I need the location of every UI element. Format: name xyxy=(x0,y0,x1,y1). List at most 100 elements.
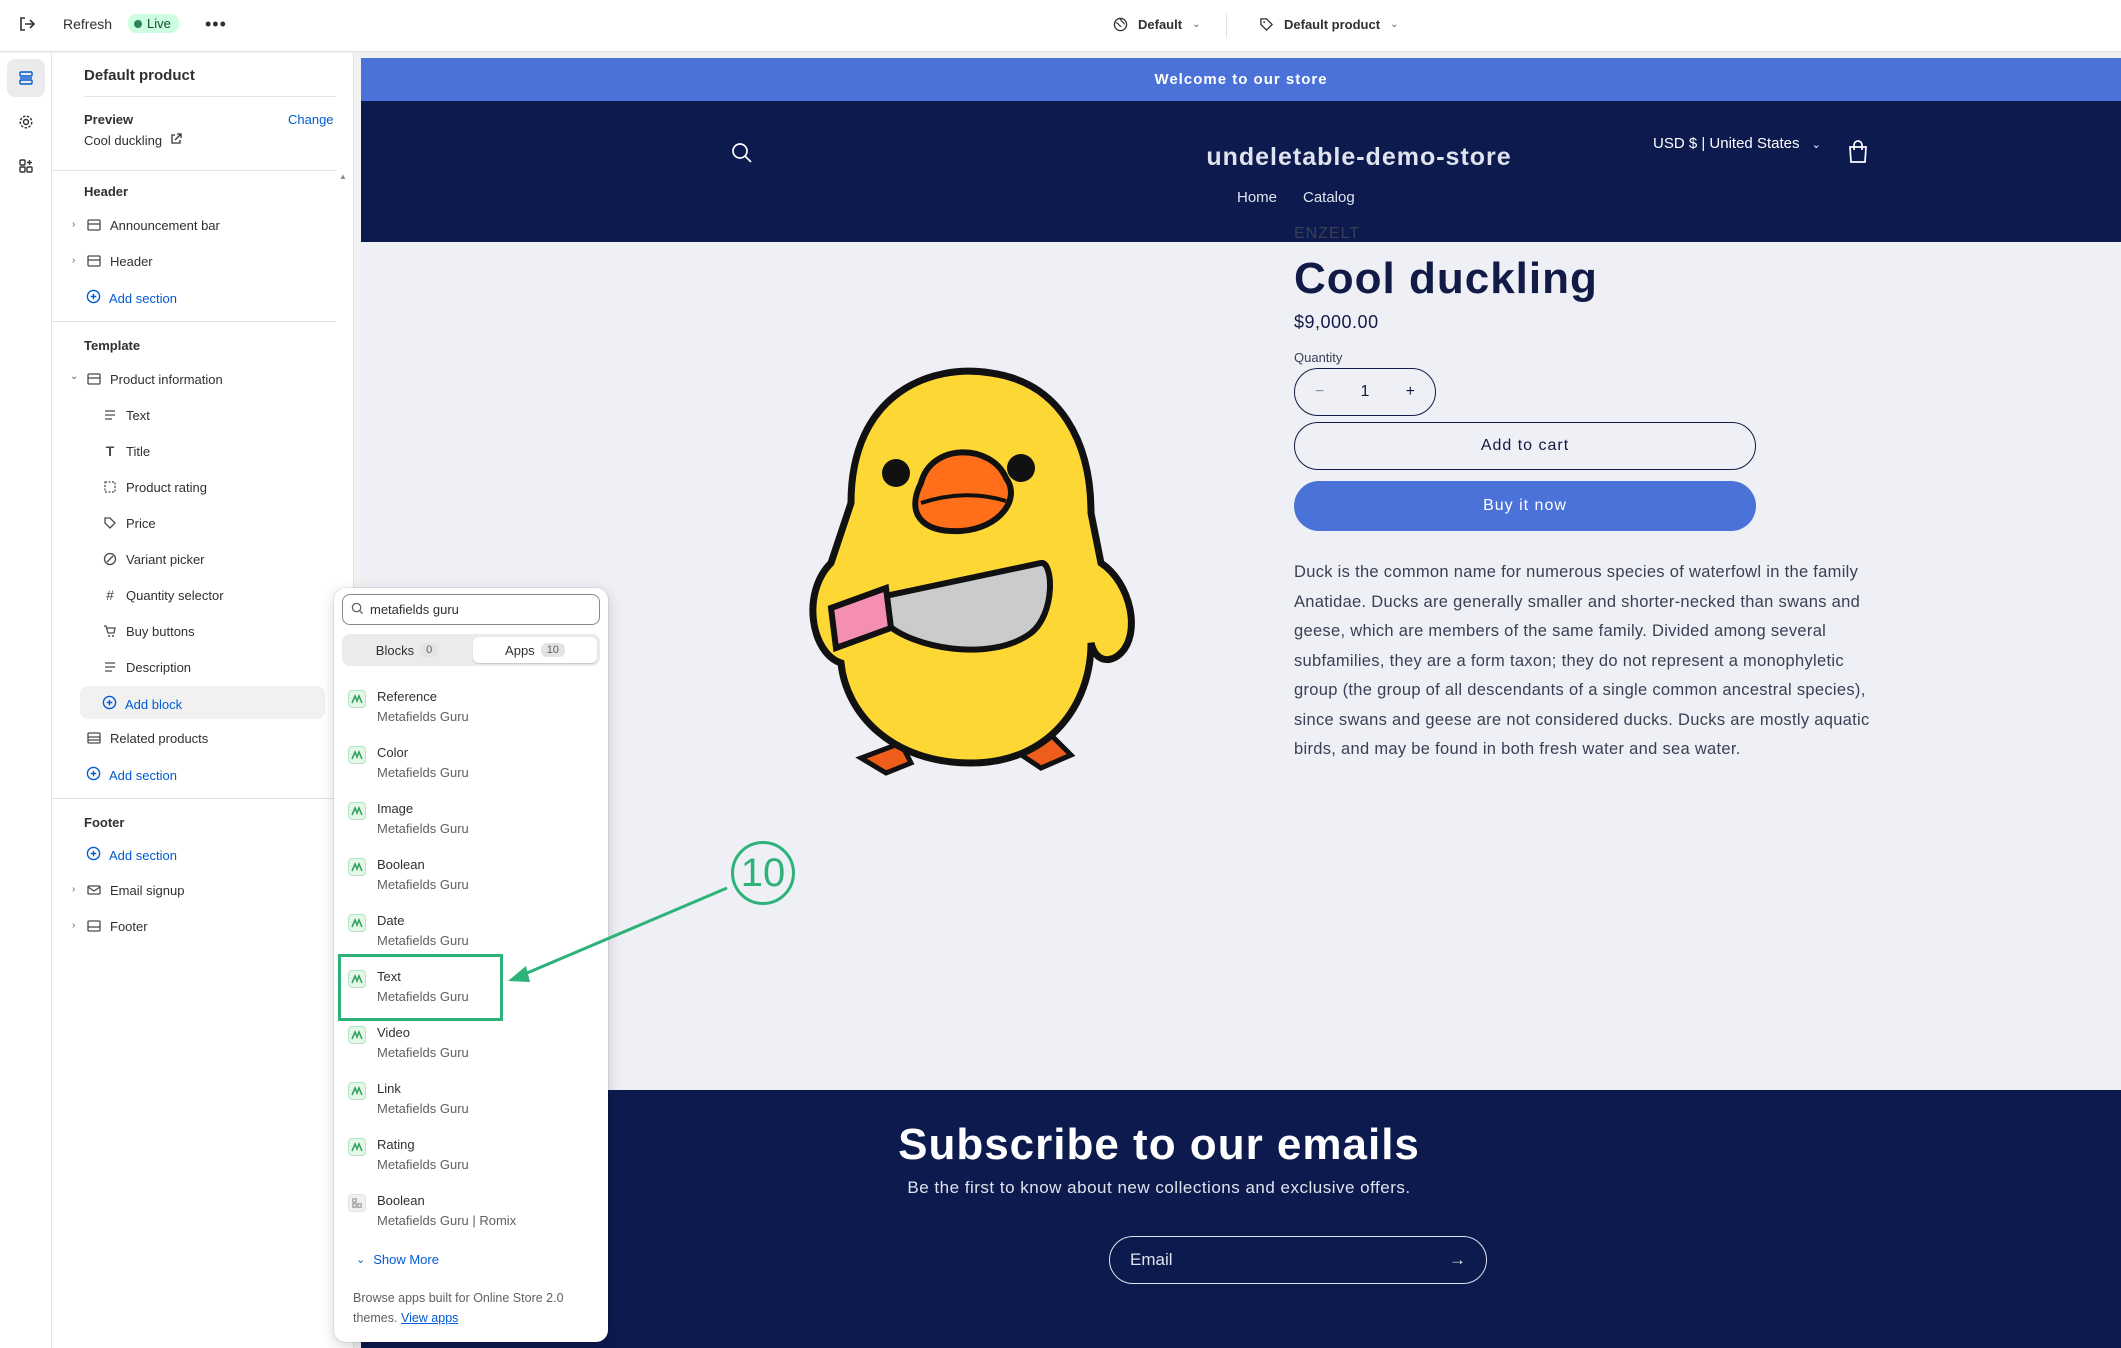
app-block-link[interactable]: Link Metafields Guru xyxy=(334,1076,608,1132)
email-input[interactable]: Email → xyxy=(1109,1236,1487,1284)
preview-product[interactable]: Cool duckling xyxy=(84,133,182,148)
view-apps-link[interactable]: View apps xyxy=(401,1311,458,1325)
sidebar-title: Default product xyxy=(84,67,195,84)
store-preview: Welcome to our store undeletable-demo-st… xyxy=(361,58,2121,1348)
sidebar-item-related-products[interactable]: Related products xyxy=(86,730,208,746)
variant-icon xyxy=(102,551,118,567)
sidebar-item-footer[interactable]: Footer xyxy=(86,918,148,934)
chevron-right-icon[interactable]: › xyxy=(72,255,75,266)
newsletter-text: Be the first to know about new collectio… xyxy=(907,1178,1411,1197)
chevron-down-icon: ⌄ xyxy=(1390,18,1399,30)
block-product-rating[interactable]: Product rating xyxy=(102,479,207,495)
tag-icon xyxy=(1258,16,1274,32)
newsletter-title: Subscribe to our emails xyxy=(898,1120,1420,1169)
section-icon xyxy=(86,253,102,269)
add-section-footer[interactable]: Add section xyxy=(86,846,177,864)
sidebar-item-label: Footer xyxy=(110,918,148,934)
nav-home[interactable]: Home xyxy=(1237,189,1277,206)
dashed-square-icon xyxy=(102,479,118,495)
tab-blocks[interactable]: Blocks 0 xyxy=(345,637,469,663)
divider xyxy=(1226,14,1227,38)
metafields-guru-icon xyxy=(348,1082,366,1100)
currency-selector[interactable]: USD $ | United States ⌄ xyxy=(1653,135,1821,152)
chevron-right-icon[interactable]: › xyxy=(72,884,75,895)
app-block-name: Date xyxy=(377,913,405,928)
block-buy-buttons[interactable]: Buy buttons xyxy=(102,623,195,639)
refresh-button[interactable]: Refresh xyxy=(63,16,112,32)
app-block-boolean[interactable]: Boolean Metafields Guru xyxy=(334,852,608,908)
chevron-down-icon[interactable]: ⌄ xyxy=(70,371,78,382)
metafields-guru-icon xyxy=(348,858,366,876)
cart-icon[interactable] xyxy=(1847,140,1869,169)
quantity-stepper: − 1 + xyxy=(1294,368,1436,416)
sidebar-item-label: Product information xyxy=(110,371,223,387)
add-section-label: Add section xyxy=(109,767,177,783)
add-section-template[interactable]: Add section xyxy=(86,766,177,784)
sidebar-item-announcement-bar[interactable]: Announcement bar xyxy=(86,217,220,233)
newsletter-section: Subscribe to our emails Be the first to … xyxy=(361,1090,2121,1348)
chevron-right-icon[interactable]: › xyxy=(72,219,75,230)
chevron-down-icon: ⌄ xyxy=(356,1254,366,1266)
gear-icon[interactable] xyxy=(7,103,45,141)
theme-selector[interactable]: Default ⌄ xyxy=(1112,16,1200,32)
plus-icon[interactable]: + xyxy=(1406,383,1415,401)
show-more-button[interactable]: ⌄ Show More xyxy=(356,1252,439,1267)
block-title[interactable]: T Title xyxy=(102,443,150,459)
search-value: metafields guru xyxy=(370,602,459,617)
app-block-video[interactable]: Video Metafields Guru xyxy=(334,1020,608,1076)
picker-tabs: Blocks 0 Apps 10 xyxy=(342,634,600,666)
chevron-right-icon[interactable]: › xyxy=(72,920,75,931)
product-price: $9,000.00 xyxy=(1294,312,1379,332)
app-block-image[interactable]: Image Metafields Guru xyxy=(334,796,608,852)
price-tag-icon xyxy=(102,515,118,531)
nav-catalog[interactable]: Catalog xyxy=(1303,189,1355,206)
template-selector[interactable]: Default product ⌄ xyxy=(1258,16,1398,32)
app-block-boolean-romix[interactable]: Boolean Metafields Guru | Romix xyxy=(334,1188,608,1244)
editor-topbar: Refresh Live ••• Default ⌄ Default produ… xyxy=(0,0,2121,52)
text-lines-icon xyxy=(102,407,118,423)
picker-search-input[interactable]: metafields guru xyxy=(342,594,600,625)
add-to-cart-button[interactable]: Add to cart xyxy=(1294,422,1756,470)
block-description[interactable]: Description xyxy=(102,659,191,675)
app-block-rating[interactable]: Rating Metafields Guru xyxy=(334,1132,608,1188)
buy-now-button[interactable]: Buy it now xyxy=(1294,481,1756,531)
sidebar-item-product-information[interactable]: Product information xyxy=(86,371,223,387)
sidebar-item-header[interactable]: Header xyxy=(86,253,153,269)
block-price[interactable]: Price xyxy=(102,515,156,531)
add-section-header[interactable]: Add section xyxy=(86,289,177,307)
announcement-bar: Welcome to our store xyxy=(361,58,2121,101)
tab-count: 10 xyxy=(540,643,565,657)
product-image[interactable] xyxy=(791,363,1151,803)
section-icon xyxy=(86,217,102,233)
preview-product-label: Cool duckling xyxy=(84,133,163,148)
sections-icon[interactable] xyxy=(7,59,45,97)
external-link-icon xyxy=(170,133,182,148)
template-label: Default product xyxy=(1284,16,1381,32)
block-variant-picker[interactable]: Variant picker xyxy=(102,551,205,567)
scroll-up-icon[interactable]: ▲ xyxy=(339,172,347,181)
app-block-vendor: Metafields Guru | Romix xyxy=(377,1213,517,1228)
arrow-right-icon[interactable]: → xyxy=(1449,1250,1466,1270)
app-block-name: Image xyxy=(377,801,414,816)
store-name[interactable]: undeletable-demo-store xyxy=(571,143,2121,172)
app-block-reference[interactable]: Reference Metafields Guru xyxy=(334,684,608,740)
app-block-color[interactable]: Color Metafields Guru xyxy=(334,740,608,796)
block-quantity-selector[interactable]: # Quantity selector xyxy=(102,587,224,603)
app-block-vendor: Metafields Guru xyxy=(377,1045,469,1060)
apps-icon[interactable] xyxy=(7,147,45,185)
minus-icon[interactable]: − xyxy=(1315,383,1324,401)
metafields-guru-icon xyxy=(348,746,366,764)
metafields-guru-icon xyxy=(348,802,366,820)
exit-icon[interactable] xyxy=(18,15,36,33)
tab-apps[interactable]: Apps 10 xyxy=(473,637,597,663)
block-text[interactable]: Text xyxy=(102,407,150,423)
sidebar-item-email-signup[interactable]: Email signup xyxy=(86,882,184,898)
add-block-button[interactable]: Add block xyxy=(102,695,182,713)
quantity-value[interactable]: 1 xyxy=(1361,383,1370,401)
change-preview-link[interactable]: Change xyxy=(288,112,334,127)
header-group-label: Header xyxy=(84,184,129,199)
more-actions-icon[interactable]: ••• xyxy=(205,14,227,35)
plus-circle-icon xyxy=(86,846,101,864)
divider xyxy=(84,96,336,97)
block-label: Quantity selector xyxy=(126,587,224,603)
